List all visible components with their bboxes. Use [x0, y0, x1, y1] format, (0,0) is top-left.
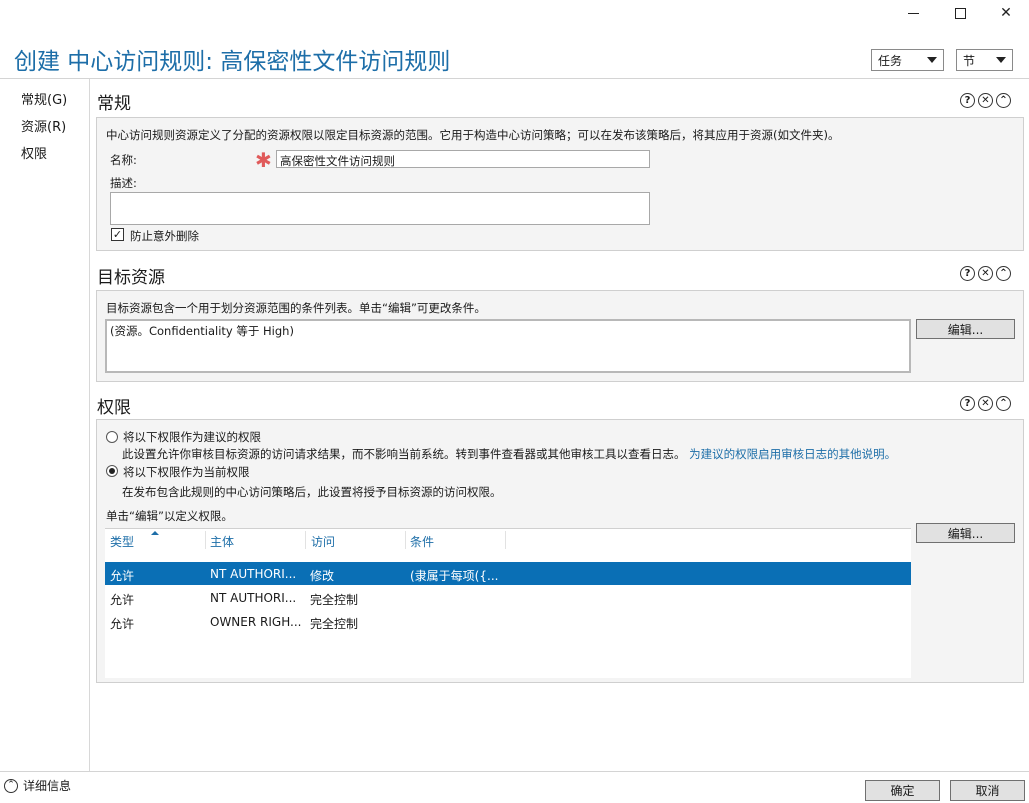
sidebar-item-resources[interactable]: 资源(R): [21, 116, 66, 135]
minimize-icon: [907, 12, 919, 14]
column-divider: [505, 531, 506, 549]
sidebar: 常规(G) 资源(R) 权限: [0, 79, 90, 771]
help-icon[interactable]: ?: [960, 93, 975, 108]
collapse-icon[interactable]: ⌃: [996, 93, 1011, 108]
column-header-condition[interactable]: 条件: [410, 533, 434, 550]
cell-type: 允许: [110, 617, 135, 631]
protect-label: 防止意外删除: [130, 229, 199, 243]
page-title: 创建 中心访问规则: 高保密性文件访问规则: [14, 49, 451, 75]
general-section-icons: ? ✕ ⌃: [960, 93, 1011, 108]
close-section-icon[interactable]: ✕: [978, 93, 993, 108]
target-section-icons: ? ✕ ⌃: [960, 266, 1011, 281]
column-divider: [305, 531, 306, 549]
description-field[interactable]: [110, 192, 650, 225]
required-icon: ✱: [255, 148, 272, 172]
help-icon[interactable]: ?: [960, 266, 975, 281]
help-icon[interactable]: ?: [960, 396, 975, 411]
details-label: 详细信息: [23, 779, 72, 793]
footer-divider: [0, 771, 1029, 772]
sort-ascending-icon: [151, 531, 159, 535]
section-dropdown-label: 节: [963, 53, 976, 68]
cell-principal: OWNER RIGH...: [210, 615, 302, 629]
proposed-permissions-desc: 此设置允许你审核目标资源的访问请求结果，而不影响当前系统。转到事件查看器或其他审…: [122, 446, 896, 462]
permissions-section-icons: ? ✕ ⌃: [960, 396, 1011, 411]
cell-access: 完全控制: [310, 617, 359, 631]
close-section-icon[interactable]: ✕: [978, 266, 993, 281]
edit-hint: 单击“编辑”以定义权限。: [106, 509, 233, 523]
close-section-icon[interactable]: ✕: [978, 396, 993, 411]
table-row[interactable]: 允许 NT AUTHORI... 完全控制: [105, 586, 911, 609]
proposed-desc-text: 此设置允许你审核目标资源的访问请求结果，而不影响当前系统。转到事件查看器或其他审…: [122, 447, 686, 461]
chevron-down-icon: [996, 57, 1006, 63]
target-description: 目标资源包含一个用于划分资源范围的条件列表。单击“编辑”可更改条件。: [106, 301, 486, 315]
current-permissions-radio[interactable]: [106, 465, 118, 477]
description-label: 描述:: [110, 176, 137, 190]
cell-type: 允许: [110, 593, 135, 607]
protect-checkbox[interactable]: ✓: [111, 228, 124, 241]
cell-condition: (隶属于每项({...: [410, 569, 499, 583]
expand-icon: ⌃: [4, 778, 18, 793]
general-section-title: 常规: [97, 94, 131, 114]
proposed-permissions-radio[interactable]: [106, 431, 118, 443]
tasks-dropdown[interactable]: 任务: [871, 49, 944, 71]
section-dropdown[interactable]: 节: [956, 49, 1013, 71]
maximize-button[interactable]: [937, 2, 983, 24]
column-divider: [205, 531, 206, 549]
cell-access: 完全控制: [310, 593, 359, 607]
collapse-icon[interactable]: ⌃: [996, 396, 1011, 411]
edit-condition-button[interactable]: 编辑...: [916, 319, 1015, 339]
target-section-title: 目标资源: [97, 268, 165, 288]
permissions-table: 类型 主体 访问 条件 允许 NT AUTHORI... 修改 (隶属于每项({…: [105, 528, 911, 678]
column-divider: [405, 531, 406, 549]
general-description: 中心访问规则资源定义了分配的资源权限以限定目标资源的范围。它用于构造中心访问策略…: [106, 128, 840, 142]
current-permissions-label: 将以下权限作为当前权限: [123, 465, 250, 479]
table-row[interactable]: 允许 NT AUTHORI... 修改 (隶属于每项({...: [105, 562, 911, 585]
current-permissions-desc: 在发布包含此规则的中心访问策略后，此设置将授予目标资源的访问权限。: [122, 485, 502, 499]
close-window-button[interactable]: ✕: [983, 2, 1029, 24]
cell-principal: NT AUTHORI...: [210, 591, 297, 605]
maximize-icon: [954, 7, 966, 19]
cell-type: 允许: [110, 569, 135, 583]
permissions-section-title: 权限: [97, 398, 131, 418]
cell-access: 修改: [310, 569, 335, 583]
cell-principal: NT AUTHORI...: [210, 567, 297, 581]
collapse-icon[interactable]: ⌃: [996, 266, 1011, 281]
condition-box[interactable]: (资源。Confidentiality 等于 High): [105, 319, 911, 373]
column-header-access[interactable]: 访问: [311, 533, 335, 550]
tasks-dropdown-label: 任务: [878, 53, 903, 68]
edit-permissions-button[interactable]: 编辑...: [916, 523, 1015, 543]
table-row[interactable]: 允许 OWNER RIGH... 完全控制: [105, 610, 911, 633]
column-header-type[interactable]: 类型: [110, 533, 134, 550]
proposed-permissions-label: 将以下权限作为建议的权限: [123, 430, 261, 444]
chevron-down-icon: [927, 57, 937, 63]
title-divider: [0, 78, 1029, 79]
sidebar-item-permissions[interactable]: 权限: [21, 143, 47, 162]
ok-button[interactable]: 确定: [865, 780, 940, 801]
close-icon: ✕: [1000, 5, 1012, 21]
sidebar-item-general[interactable]: 常规(G): [21, 89, 67, 108]
name-label: 名称:: [110, 153, 137, 167]
column-header-principal[interactable]: 主体: [210, 533, 234, 550]
audit-help-link[interactable]: 为建议的权限启用审核日志的其他说明。: [689, 447, 896, 461]
name-field[interactable]: 高保密性文件访问规则: [276, 150, 650, 168]
minimize-button[interactable]: [890, 2, 936, 24]
details-toggle[interactable]: ⌃ 详细信息: [4, 777, 71, 794]
cancel-button[interactable]: 取消: [950, 780, 1025, 801]
